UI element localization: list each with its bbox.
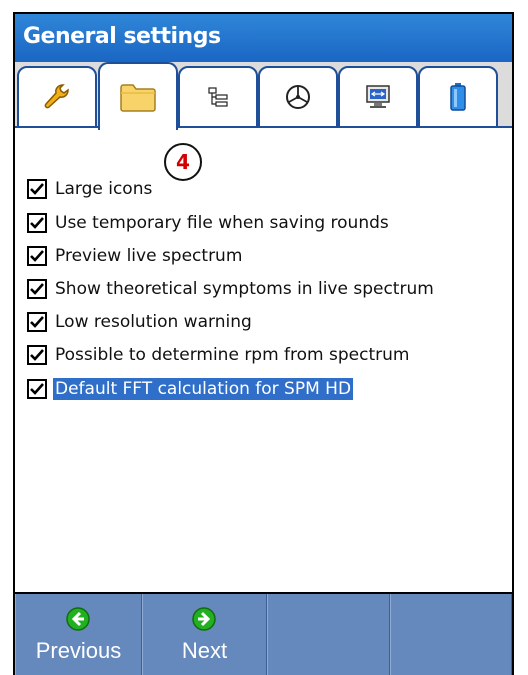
tree-list-icon: [208, 87, 228, 107]
option-label-selected: Default FFT calculation for SPM HD: [53, 378, 354, 400]
checkbox-checked[interactable]: [27, 246, 47, 266]
empty-softkey-4[interactable]: [390, 594, 512, 675]
option-label: Large icons: [55, 179, 153, 199]
checkmark-icon: [30, 283, 44, 295]
checkbox-checked[interactable]: [27, 213, 47, 233]
option-low-resolution-warning[interactable]: Low resolution warning: [27, 309, 254, 335]
checkbox-checked[interactable]: [27, 279, 47, 299]
empty-softkey-3[interactable]: [266, 594, 390, 675]
option-temporary-file[interactable]: Use temporary file when saving rounds: [27, 210, 391, 236]
tab-dial[interactable]: [258, 66, 338, 128]
annotation-badge: 4: [164, 143, 202, 181]
tab-wrench[interactable]: [17, 66, 97, 128]
checkbox-checked[interactable]: [27, 179, 47, 199]
monitor-icon: [366, 85, 390, 108]
checkbox-checked[interactable]: [27, 379, 47, 399]
option-label: Use temporary file when saving rounds: [55, 213, 389, 233]
option-label: Possible to determine rpm from spectrum: [55, 345, 410, 365]
battery-icon: [450, 83, 466, 111]
checkbox-checked[interactable]: [27, 345, 47, 365]
folder-icon: [120, 84, 156, 112]
title-bar: General settings: [15, 14, 512, 62]
window-title: General settings: [23, 24, 221, 49]
option-large-icons[interactable]: Large icons: [27, 176, 154, 202]
option-preview-live-spectrum[interactable]: Preview live spectrum: [27, 243, 244, 269]
bottom-toolbar: Previous Next: [15, 592, 512, 675]
option-rpm-from-spectrum[interactable]: Possible to determine rpm from spectrum: [27, 342, 411, 368]
tab-baseline: [15, 126, 512, 128]
checkbox-checked[interactable]: [27, 312, 47, 332]
arrow-right-icon: [192, 607, 217, 631]
option-label: Preview live spectrum: [55, 246, 243, 266]
checkmark-icon: [30, 250, 44, 262]
settings-content: Large icons Use temporary file when savi…: [15, 132, 512, 592]
previous-button[interactable]: Previous: [15, 594, 142, 675]
checkmark-icon: [30, 349, 44, 361]
tab-tree[interactable]: [178, 66, 258, 128]
option-default-fft[interactable]: Default FFT calculation for SPM HD: [27, 376, 354, 402]
next-button[interactable]: Next: [141, 594, 267, 675]
option-theoretical-symptoms[interactable]: Show theoretical symptoms in live spectr…: [27, 276, 436, 302]
tab-folder[interactable]: [98, 62, 178, 130]
option-label: Low resolution warning: [55, 312, 252, 332]
checkmark-icon: [30, 316, 44, 328]
checkmark-icon: [30, 183, 44, 195]
option-label: Show theoretical symptoms in live spectr…: [55, 279, 434, 299]
next-label: Next: [181, 638, 228, 663]
tab-battery[interactable]: [418, 66, 498, 128]
arrow-left-icon: [66, 607, 91, 631]
wrench-icon: [44, 84, 69, 109]
settings-window: General settings Large icons Use tempora…: [13, 12, 514, 675]
previous-label: Previous: [35, 638, 122, 663]
checkmark-icon: [30, 217, 44, 229]
dial-icon: [286, 85, 310, 109]
tab-strip: [15, 62, 512, 132]
tab-monitor[interactable]: [338, 66, 418, 128]
checkmark-icon: [30, 383, 44, 395]
